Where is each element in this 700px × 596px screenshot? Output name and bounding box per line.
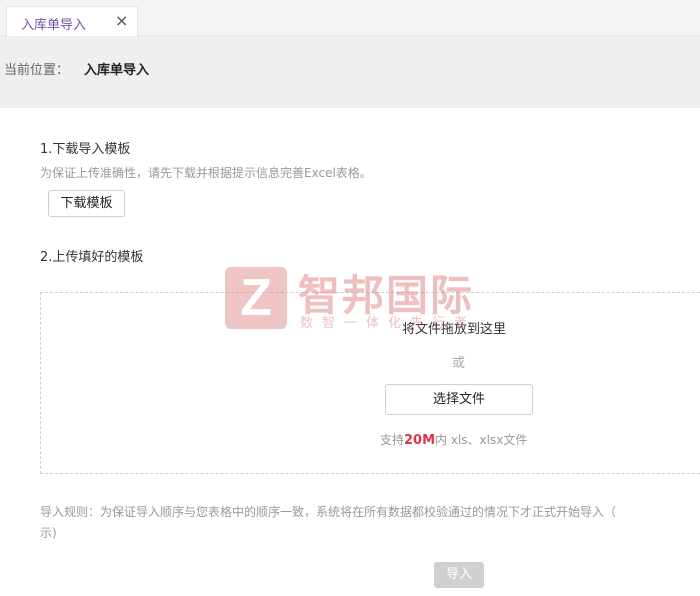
support-prefix: 支持 xyxy=(380,433,405,447)
tab-import-inbound[interactable]: 入库单导入 × xyxy=(6,6,138,36)
tab-bar: 入库单导入 × xyxy=(0,0,700,36)
breadcrumb-current: 入库单导入 xyxy=(84,63,150,78)
support-hint: 支持20M内 xls、xlsx文件 xyxy=(380,431,527,448)
breadcrumb: 当前位置： 入库单导入 xyxy=(0,36,700,108)
download-template-button[interactable]: 下载模板 xyxy=(48,190,125,217)
breadcrumb-label: 当前位置： xyxy=(4,63,70,78)
file-dropzone[interactable] xyxy=(40,292,700,474)
tab-label[interactable]: 入库单导入 xyxy=(21,14,86,33)
import-rules-line1: 导入规则：为保证导入顺序与您表格中的顺序一致，系统将在所有数据都校验通过的情况下… xyxy=(40,505,617,519)
support-size: 20M xyxy=(404,433,436,448)
step1-hint: 为保证上传准确性，请先下载并根据提示信息完善Excel表格。 xyxy=(40,166,372,180)
import-rules-line2: 示) xyxy=(40,526,57,540)
close-icon[interactable]: × xyxy=(115,11,128,30)
step2-title: 2.上传填好的模板 xyxy=(40,250,144,265)
or-text: 或 xyxy=(452,356,466,371)
step1-title: 1.下载导入模板 xyxy=(40,142,131,157)
choose-file-button[interactable]: 选择文件 xyxy=(385,384,533,415)
import-button[interactable]: 导入 xyxy=(434,562,484,588)
support-suffix: 内 xls、xlsx文件 xyxy=(435,433,528,447)
dropzone-text: 将文件拖放到这里 xyxy=(402,322,507,337)
